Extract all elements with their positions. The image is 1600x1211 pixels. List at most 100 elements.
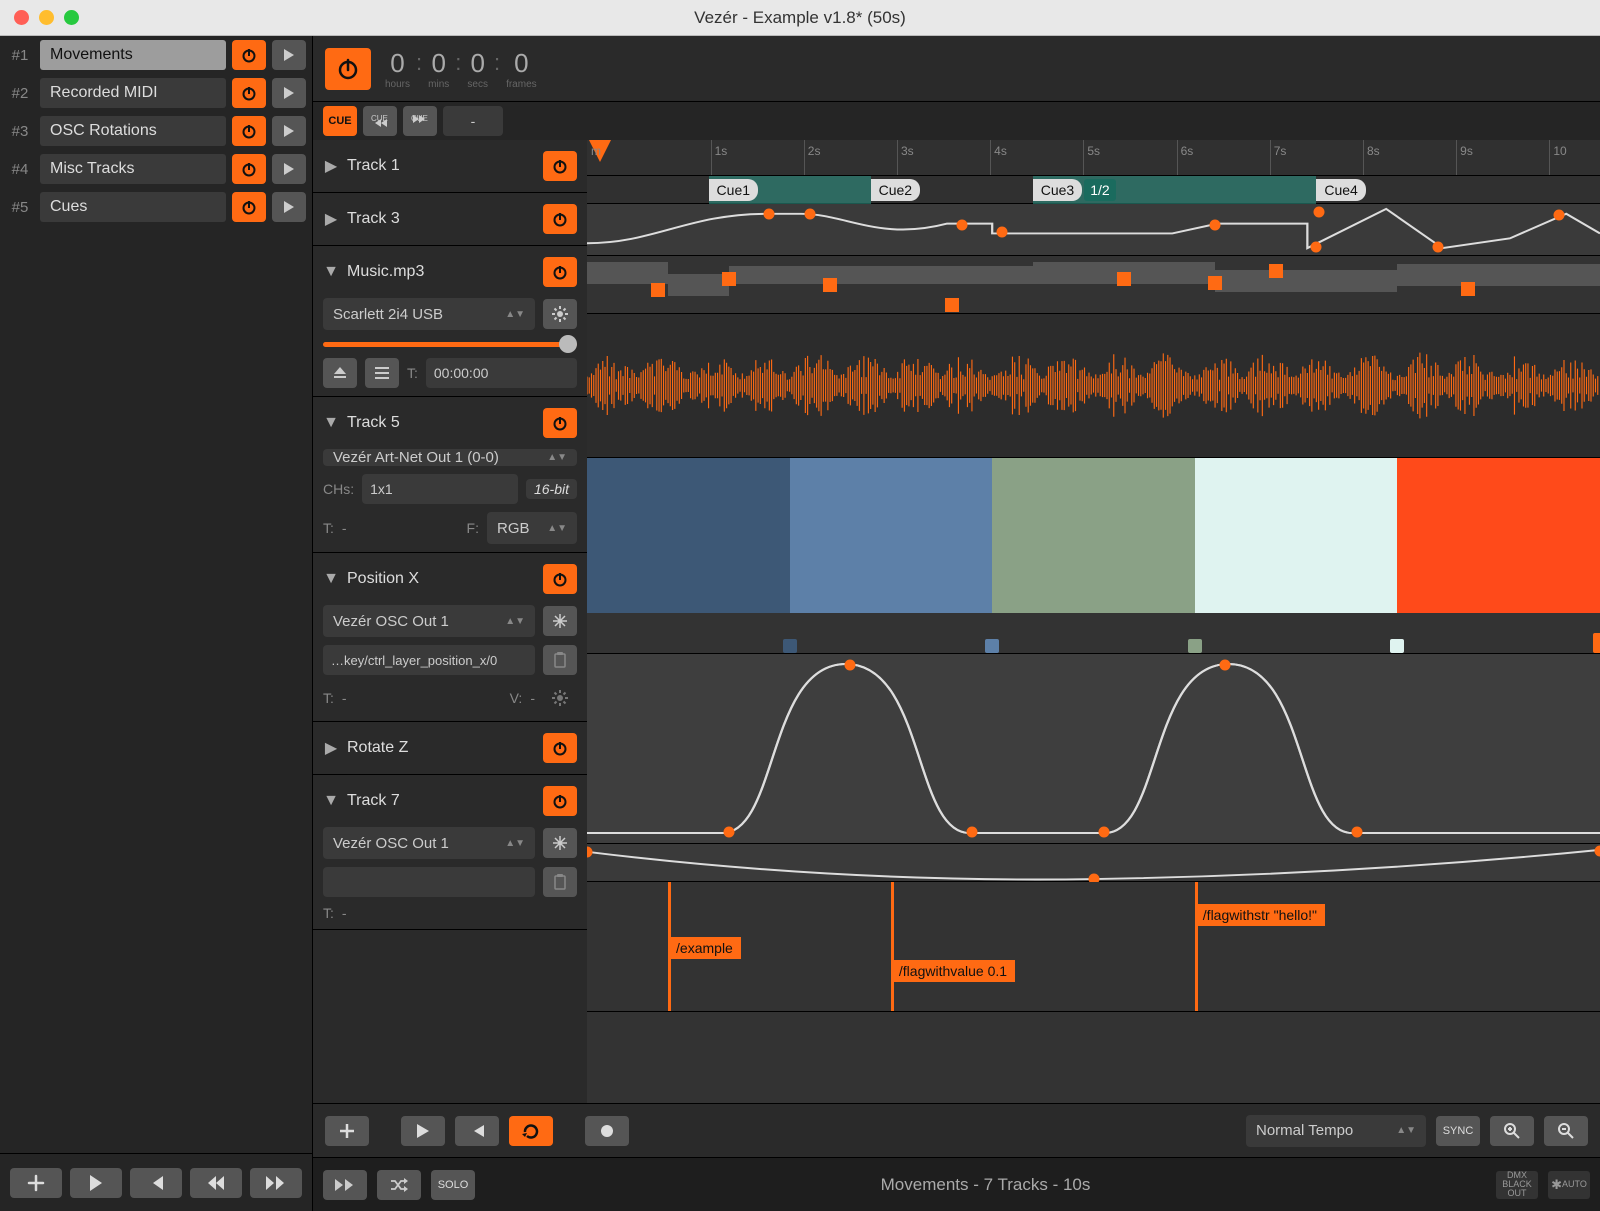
color-block[interactable] (992, 458, 1195, 613)
timeline[interactable]: m 1s2s3s4s5s6s7s8s9s10 Cue1Cue2Cue31/2Cu… (587, 140, 1600, 1103)
format-select[interactable]: RGB▲▼ (487, 512, 577, 544)
blackout-button[interactable]: DMX BLACK OUT (1496, 1171, 1538, 1199)
list-button[interactable] (365, 358, 399, 388)
to-start-button[interactable] (455, 1116, 499, 1146)
color-block[interactable] (790, 458, 993, 613)
lane-rotatez[interactable] (587, 844, 1600, 882)
composition-row[interactable]: #4 Misc Tracks (0, 150, 312, 188)
composition-play-button[interactable] (272, 40, 306, 70)
music-time-field[interactable]: 00:00:00 (426, 358, 577, 388)
lane-track3[interactable] (587, 256, 1600, 314)
auto-button[interactable]: ✱AUTO (1548, 1171, 1590, 1199)
clipboard-button[interactable] (543, 645, 577, 675)
color-block[interactable] (587, 458, 790, 613)
play-all-button[interactable] (70, 1168, 122, 1198)
track5-power-button[interactable] (543, 408, 577, 438)
cue-marker[interactable]: Cue2 (871, 178, 920, 202)
sync-button[interactable]: SYNC (1436, 1116, 1480, 1146)
track-header-positionx[interactable]: ▼ Position X (323, 561, 577, 597)
cue-marker[interactable]: Cue4 (1316, 178, 1365, 202)
composition-power-button[interactable] (232, 40, 266, 70)
play-button[interactable] (401, 1116, 445, 1146)
composition-name[interactable]: Cues (40, 192, 226, 222)
color-block[interactable] (1195, 458, 1398, 613)
composition-play-button[interactable] (272, 154, 306, 184)
track-header-track1[interactable]: ▶ Track 1 (323, 148, 577, 184)
composition-power-button[interactable] (232, 116, 266, 146)
solo-button[interactable]: SOLO (431, 1170, 475, 1200)
composition-row[interactable]: #2 Recorded MIDI (0, 74, 312, 112)
bit-depth-badge[interactable]: 16-bit (526, 479, 577, 499)
track7-clipboard-button[interactable] (543, 867, 577, 897)
zoom-out-button[interactable] (1544, 1116, 1588, 1146)
music-power-button[interactable] (543, 257, 577, 287)
composition-power-button[interactable] (232, 78, 266, 108)
osc-address-field[interactable]: …key/ctrl_layer_position_x/0 (323, 645, 535, 675)
rotatez-power-button[interactable] (543, 733, 577, 763)
composition-row[interactable]: #5 Cues (0, 188, 312, 226)
track7-burst-button[interactable] (543, 828, 577, 858)
composition-name[interactable]: Movements (40, 40, 226, 70)
audio-settings-button[interactable] (543, 299, 577, 329)
color-keyframe[interactable] (1593, 633, 1600, 653)
osc-burst-button[interactable] (543, 606, 577, 636)
color-keyframe[interactable] (1390, 639, 1404, 653)
color-keyframe[interactable] (985, 639, 999, 653)
composition-play-button[interactable] (272, 192, 306, 222)
composition-power-button[interactable] (232, 192, 266, 222)
composition-row[interactable]: #1 Movements (0, 36, 312, 74)
positionx-power-button[interactable] (543, 564, 577, 594)
volume-slider[interactable] (323, 338, 577, 350)
lane-track1[interactable] (587, 204, 1600, 256)
lane-audio[interactable] (587, 314, 1600, 458)
track7-power-button[interactable] (543, 786, 577, 816)
color-keyframe[interactable] (1188, 639, 1202, 653)
audio-device-select[interactable]: Scarlett 2i4 USB▲▼ (323, 298, 535, 330)
track3-power-button[interactable] (543, 204, 577, 234)
rewind-button[interactable] (190, 1168, 242, 1198)
shuffle-button[interactable] (377, 1170, 421, 1200)
master-power-button[interactable] (325, 48, 371, 90)
cue-row[interactable]: Cue1 Cue2 Cue31/2 Cue4 (587, 176, 1600, 204)
color-block[interactable] (1397, 458, 1600, 613)
record-button[interactable] (585, 1116, 629, 1146)
composition-name[interactable]: OSC Rotations (40, 116, 226, 146)
add-composition-button[interactable] (10, 1168, 62, 1198)
track-header-track5[interactable]: ▼ Track 5 (323, 405, 577, 441)
zoom-in-button[interactable] (1490, 1116, 1534, 1146)
composition-play-button[interactable] (272, 116, 306, 146)
track-header-rotatez[interactable]: ▶ Rotate Z (323, 730, 577, 766)
track7-output-select[interactable]: Vezér OSC Out 1▲▼ (323, 827, 535, 859)
track7-address-field[interactable] (323, 867, 535, 897)
loop-button[interactable] (509, 1116, 553, 1146)
skip-start-button[interactable] (130, 1168, 182, 1198)
osc-output-select[interactable]: Vezér OSC Out 1▲▼ (323, 605, 535, 637)
add-track-button[interactable] (325, 1116, 369, 1146)
track1-power-button[interactable] (543, 151, 577, 181)
cue-marker[interactable]: Cue1 (709, 178, 758, 202)
channels-field[interactable]: 1x1 (362, 474, 518, 504)
composition-name[interactable]: Misc Tracks (40, 154, 226, 184)
track-header-track7[interactable]: ▼ Track 7 (323, 783, 577, 819)
track-header-music[interactable]: ▼ Music.mp3 (323, 254, 577, 290)
lane-colors[interactable] (587, 458, 1600, 654)
track-settings-button[interactable] (543, 683, 577, 713)
cue-next-button[interactable]: CUE (403, 106, 437, 136)
artnet-output-select[interactable]: Vezér Art-Net Out 1 (0-0)▲▼ (323, 449, 577, 466)
eject-button[interactable] (323, 358, 357, 388)
lane-positionx[interactable] (587, 654, 1600, 844)
composition-play-button[interactable] (272, 78, 306, 108)
time-ruler[interactable]: m 1s2s3s4s5s6s7s8s9s10 (587, 140, 1600, 176)
global-ff-button[interactable] (323, 1170, 367, 1200)
cue-button[interactable]: CUE (323, 106, 357, 136)
cue-marker[interactable]: Cue31/2 (1033, 178, 1116, 202)
forward-button[interactable] (250, 1168, 302, 1198)
composition-power-button[interactable] (232, 154, 266, 184)
track-header-track3[interactable]: ▶ Track 3 (323, 201, 577, 237)
color-keyframe[interactable] (783, 639, 797, 653)
cue-prev-button[interactable]: CUE (363, 106, 397, 136)
composition-name[interactable]: Recorded MIDI (40, 78, 226, 108)
composition-row[interactable]: #3 OSC Rotations (0, 112, 312, 150)
tempo-select[interactable]: Normal Tempo▲▼ (1246, 1115, 1426, 1147)
lane-flags[interactable]: /example/flagwithvalue 0.1/flagwithstr "… (587, 882, 1600, 1012)
